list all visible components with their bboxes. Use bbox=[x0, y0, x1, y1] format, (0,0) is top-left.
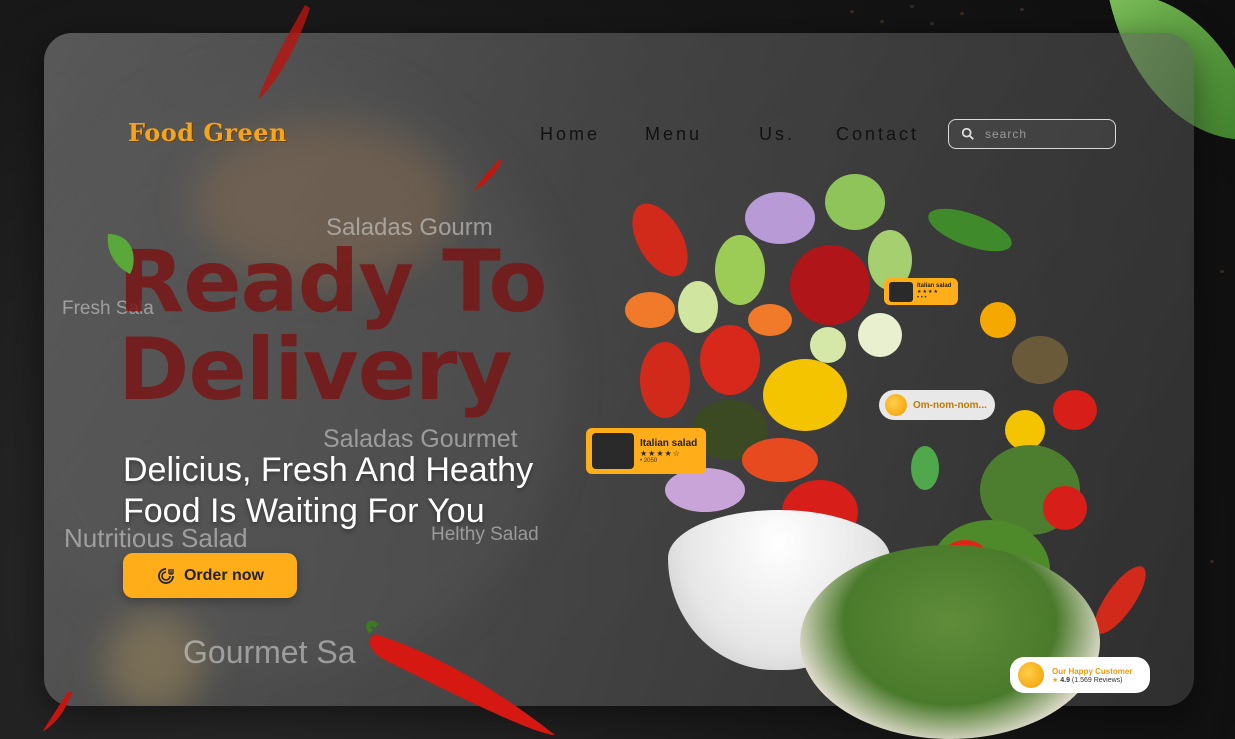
review-count: (1.569 Reviews) bbox=[1071, 676, 1123, 684]
brand-logo[interactable]: Food Green bbox=[128, 118, 287, 147]
reaction-text: Om-nom-nom... bbox=[913, 399, 987, 411]
reaction-chip: Om-nom-nom... bbox=[879, 390, 995, 420]
hero-title-line: Delivery bbox=[118, 320, 513, 420]
rating-stars: ★★★★☆ bbox=[640, 449, 681, 458]
search-input[interactable] bbox=[985, 127, 1105, 141]
product-meta: • 2050 bbox=[640, 458, 658, 464]
product-thumbnail bbox=[592, 433, 634, 469]
customer-rating-card: Our Happy Customer ★ 4.9 (1.569 Reviews) bbox=[1010, 657, 1150, 693]
product-meta: • • • bbox=[917, 294, 927, 301]
smile-emoji-icon bbox=[1018, 662, 1044, 688]
customer-rating: ★ 4.9 (1.569 Reviews) bbox=[1052, 676, 1132, 684]
chili-pepper bbox=[366, 620, 555, 735]
hero-subtitle-line: Food Is Waiting For You bbox=[123, 492, 485, 530]
product-title: Italian salad bbox=[640, 438, 698, 449]
nav-menu[interactable]: Menu bbox=[645, 124, 702, 145]
hero-title: Ready To Delivery bbox=[118, 232, 547, 420]
salad-bowl-large bbox=[800, 545, 1100, 739]
chili-pepper-top bbox=[258, 5, 310, 100]
search-icon bbox=[961, 127, 974, 140]
ghost-label: Gourmet Sa bbox=[183, 634, 356, 670]
product-thumbnail bbox=[889, 281, 913, 302]
hero-subtitle-line: Delicius, Fresh And Heathy bbox=[123, 451, 534, 489]
hero-subtitle: Delicius, Fresh And Heathy Food Is Waiti… bbox=[123, 450, 533, 532]
heart-eyes-emoji-icon bbox=[885, 394, 907, 416]
leaf-small bbox=[107, 234, 134, 274]
food-delivery-icon bbox=[158, 567, 174, 584]
product-title: Italian salad bbox=[917, 282, 952, 289]
nav-contact[interactable]: Contact bbox=[836, 124, 919, 145]
product-card-italian-salad-small[interactable]: Italian salad ★★★★ • • • bbox=[884, 278, 958, 305]
rating-value: 4.9 bbox=[1060, 676, 1070, 684]
customer-card-title: Our Happy Customer bbox=[1052, 666, 1133, 676]
chili-pepper-small bbox=[474, 159, 502, 191]
star-icon: ★ bbox=[1052, 676, 1059, 684]
search-box[interactable] bbox=[948, 119, 1116, 149]
hero-title-line: Ready To bbox=[118, 232, 547, 332]
nav-home[interactable]: Home bbox=[540, 124, 600, 145]
order-now-button[interactable]: Order now bbox=[123, 553, 297, 598]
order-now-label: Order now bbox=[183, 566, 264, 584]
chili-pepper-corner bbox=[42, 692, 72, 732]
product-card-italian-salad[interactable]: Italian salad ★★★★☆ • 2050 bbox=[586, 428, 706, 474]
nav-us[interactable]: Us. bbox=[759, 124, 795, 145]
